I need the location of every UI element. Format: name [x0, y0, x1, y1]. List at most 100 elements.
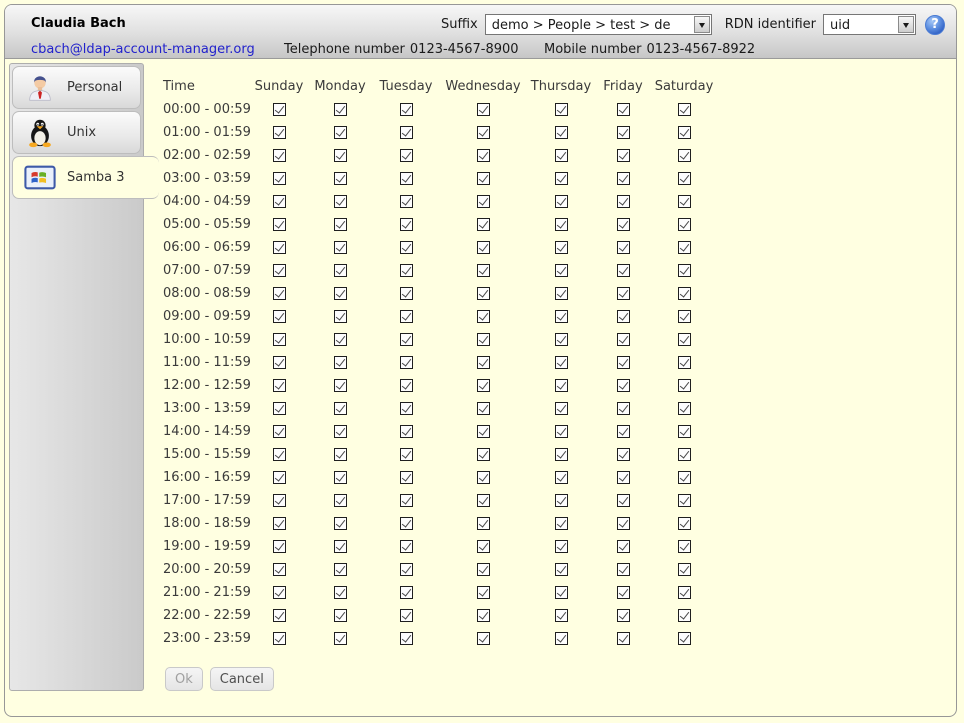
checkbox-monday-08[interactable] [334, 287, 347, 300]
checkbox-monday-22[interactable] [334, 609, 347, 622]
checkbox-friday-14[interactable] [617, 425, 630, 438]
checkbox-thursday-05[interactable] [555, 218, 568, 231]
checkbox-friday-15[interactable] [617, 448, 630, 461]
checkbox-saturday-00[interactable] [678, 103, 691, 116]
checkbox-monday-05[interactable] [334, 218, 347, 231]
checkbox-tuesday-23[interactable] [400, 632, 413, 645]
checkbox-wednesday-15[interactable] [477, 448, 490, 461]
checkbox-sunday-03[interactable] [273, 172, 286, 185]
checkbox-saturday-19[interactable] [678, 540, 691, 553]
checkbox-wednesday-05[interactable] [477, 218, 490, 231]
checkbox-tuesday-05[interactable] [400, 218, 413, 231]
suffix-select[interactable]: demo > People > test > de [485, 14, 712, 35]
checkbox-thursday-03[interactable] [555, 172, 568, 185]
checkbox-saturday-01[interactable] [678, 126, 691, 139]
checkbox-thursday-21[interactable] [555, 586, 568, 599]
checkbox-sunday-14[interactable] [273, 425, 286, 438]
help-icon[interactable]: ? [925, 15, 945, 35]
checkbox-thursday-10[interactable] [555, 333, 568, 346]
checkbox-monday-10[interactable] [334, 333, 347, 346]
checkbox-wednesday-18[interactable] [477, 517, 490, 530]
checkbox-sunday-04[interactable] [273, 195, 286, 208]
checkbox-saturday-10[interactable] [678, 333, 691, 346]
checkbox-monday-21[interactable] [334, 586, 347, 599]
checkbox-thursday-09[interactable] [555, 310, 568, 323]
checkbox-saturday-20[interactable] [678, 563, 691, 576]
checkbox-wednesday-22[interactable] [477, 609, 490, 622]
checkbox-saturday-16[interactable] [678, 471, 691, 484]
checkbox-saturday-15[interactable] [678, 448, 691, 461]
checkbox-tuesday-08[interactable] [400, 287, 413, 300]
checkbox-wednesday-17[interactable] [477, 494, 490, 507]
checkbox-friday-07[interactable] [617, 264, 630, 277]
checkbox-sunday-15[interactable] [273, 448, 286, 461]
checkbox-sunday-10[interactable] [273, 333, 286, 346]
checkbox-wednesday-02[interactable] [477, 149, 490, 162]
checkbox-friday-11[interactable] [617, 356, 630, 369]
checkbox-thursday-11[interactable] [555, 356, 568, 369]
checkbox-sunday-05[interactable] [273, 218, 286, 231]
checkbox-sunday-19[interactable] [273, 540, 286, 553]
checkbox-wednesday-20[interactable] [477, 563, 490, 576]
checkbox-wednesday-07[interactable] [477, 264, 490, 277]
checkbox-monday-20[interactable] [334, 563, 347, 576]
checkbox-tuesday-16[interactable] [400, 471, 413, 484]
checkbox-sunday-09[interactable] [273, 310, 286, 323]
checkbox-saturday-21[interactable] [678, 586, 691, 599]
tab-samba3[interactable]: Samba 3 [12, 156, 159, 199]
checkbox-thursday-22[interactable] [555, 609, 568, 622]
checkbox-friday-10[interactable] [617, 333, 630, 346]
checkbox-friday-02[interactable] [617, 149, 630, 162]
checkbox-thursday-01[interactable] [555, 126, 568, 139]
checkbox-thursday-19[interactable] [555, 540, 568, 553]
checkbox-friday-21[interactable] [617, 586, 630, 599]
checkbox-thursday-13[interactable] [555, 402, 568, 415]
checkbox-tuesday-09[interactable] [400, 310, 413, 323]
checkbox-monday-07[interactable] [334, 264, 347, 277]
checkbox-friday-03[interactable] [617, 172, 630, 185]
checkbox-sunday-07[interactable] [273, 264, 286, 277]
checkbox-sunday-06[interactable] [273, 241, 286, 254]
checkbox-friday-17[interactable] [617, 494, 630, 507]
checkbox-thursday-04[interactable] [555, 195, 568, 208]
checkbox-friday-12[interactable] [617, 379, 630, 392]
checkbox-sunday-13[interactable] [273, 402, 286, 415]
tab-personal[interactable]: Personal [12, 66, 141, 109]
checkbox-tuesday-10[interactable] [400, 333, 413, 346]
checkbox-friday-23[interactable] [617, 632, 630, 645]
checkbox-sunday-11[interactable] [273, 356, 286, 369]
checkbox-saturday-06[interactable] [678, 241, 691, 254]
checkbox-friday-05[interactable] [617, 218, 630, 231]
checkbox-monday-14[interactable] [334, 425, 347, 438]
checkbox-wednesday-11[interactable] [477, 356, 490, 369]
checkbox-tuesday-12[interactable] [400, 379, 413, 392]
checkbox-thursday-15[interactable] [555, 448, 568, 461]
checkbox-monday-00[interactable] [334, 103, 347, 116]
checkbox-monday-13[interactable] [334, 402, 347, 415]
checkbox-wednesday-12[interactable] [477, 379, 490, 392]
checkbox-thursday-17[interactable] [555, 494, 568, 507]
checkbox-tuesday-02[interactable] [400, 149, 413, 162]
checkbox-friday-22[interactable] [617, 609, 630, 622]
checkbox-tuesday-13[interactable] [400, 402, 413, 415]
checkbox-friday-16[interactable] [617, 471, 630, 484]
checkbox-tuesday-17[interactable] [400, 494, 413, 507]
checkbox-wednesday-03[interactable] [477, 172, 490, 185]
checkbox-tuesday-18[interactable] [400, 517, 413, 530]
checkbox-wednesday-14[interactable] [477, 425, 490, 438]
checkbox-wednesday-09[interactable] [477, 310, 490, 323]
checkbox-sunday-17[interactable] [273, 494, 286, 507]
checkbox-wednesday-08[interactable] [477, 287, 490, 300]
checkbox-tuesday-03[interactable] [400, 172, 413, 185]
checkbox-tuesday-04[interactable] [400, 195, 413, 208]
checkbox-thursday-23[interactable] [555, 632, 568, 645]
checkbox-saturday-02[interactable] [678, 149, 691, 162]
rdn-select-arrow-button[interactable] [898, 16, 914, 33]
checkbox-wednesday-19[interactable] [477, 540, 490, 553]
checkbox-tuesday-00[interactable] [400, 103, 413, 116]
checkbox-tuesday-11[interactable] [400, 356, 413, 369]
checkbox-thursday-20[interactable] [555, 563, 568, 576]
checkbox-tuesday-22[interactable] [400, 609, 413, 622]
checkbox-tuesday-01[interactable] [400, 126, 413, 139]
checkbox-saturday-23[interactable] [678, 632, 691, 645]
